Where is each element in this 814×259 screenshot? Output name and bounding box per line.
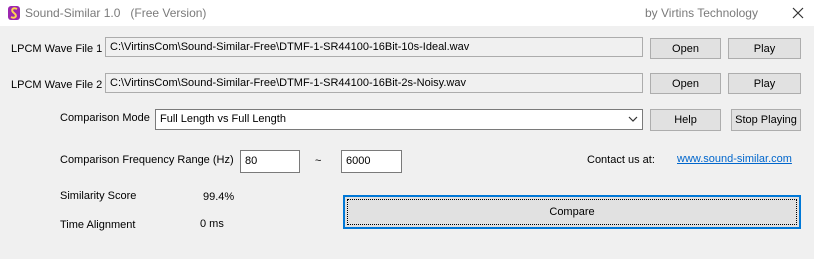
file1-play-button[interactable]: Play [728, 38, 801, 59]
comparison-mode-label: Comparison Mode [60, 112, 150, 124]
help-button[interactable]: Help [650, 109, 721, 131]
file1-open-button[interactable]: Open [650, 38, 721, 59]
sound-similar-app-icon [8, 6, 20, 20]
file1-path-field[interactable]: C:\VirtinsCom\Sound-Similar-Free\DTMF-1-… [105, 37, 643, 57]
similarity-score-value: 99.4% [203, 191, 235, 203]
file2-label: LPCM Wave File 2 [11, 79, 103, 91]
stop-playing-button[interactable]: Stop Playing [731, 109, 801, 131]
company-name: by Virtins Technology [645, 6, 758, 20]
time-alignment-label: Time Alignment [60, 219, 136, 231]
file2-open-button[interactable]: Open [650, 73, 721, 94]
comparison-mode-select[interactable]: Full Length vs Full Length [155, 109, 643, 130]
time-alignment-value: 0 ms [200, 218, 224, 230]
compare-button[interactable]: Compare [343, 195, 801, 229]
range-separator: ~ [315, 155, 322, 167]
frequency-high-input[interactable]: 6000 [341, 150, 402, 173]
file2-path-field[interactable]: C:\VirtinsCom\Sound-Similar-Free\DTMF-1-… [105, 73, 643, 93]
contact-label: Contact us at: [587, 154, 655, 166]
window-title: Sound-Similar 1.0 (Free Version) [25, 6, 207, 20]
website-link[interactable]: www.sound-similar.com [677, 153, 792, 165]
file2-play-button[interactable]: Play [728, 73, 801, 94]
frequency-range-label: Comparison Frequency Range (Hz) [60, 154, 234, 166]
title-bar: Sound-Similar 1.0 (Free Version) by Virt… [0, 0, 814, 26]
similarity-score-label: Similarity Score [60, 190, 137, 202]
close-icon [792, 7, 804, 19]
chevron-down-icon [628, 116, 638, 122]
close-button[interactable] [782, 0, 814, 26]
file1-label: LPCM Wave File 1 [11, 43, 103, 55]
comparison-mode-value: Full Length vs Full Length [160, 113, 286, 125]
frequency-low-input[interactable]: 80 [240, 150, 300, 173]
